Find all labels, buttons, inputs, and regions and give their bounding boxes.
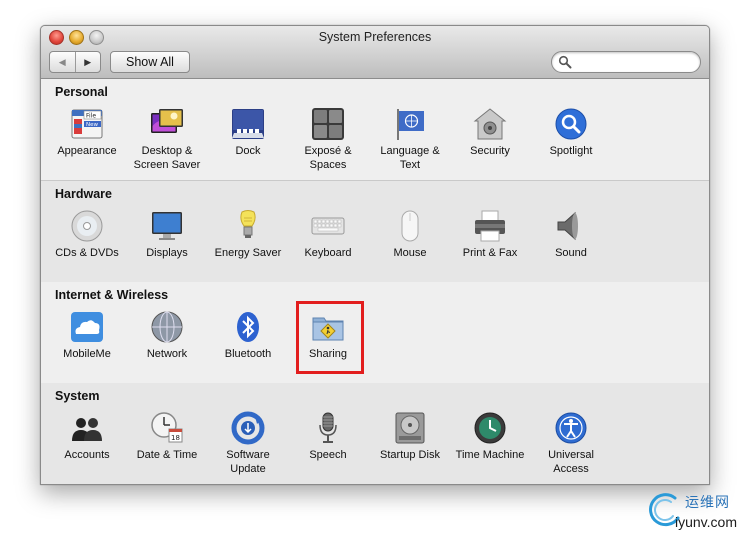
pane-speech[interactable]: Speech — [288, 411, 368, 462]
pane-label: Speech — [309, 449, 347, 461]
software-update-icon — [231, 411, 265, 445]
forward-button[interactable]: ▶ — [76, 52, 101, 72]
show-all-button[interactable]: Show All — [110, 51, 190, 73]
svg-text:18: 18 — [171, 434, 180, 442]
pane-label: Mouse — [393, 247, 427, 259]
pane-software-update[interactable]: Software Update — [208, 411, 288, 476]
date-time-icon: 18 — [151, 412, 183, 443]
pane-label: Accounts — [64, 449, 110, 461]
print-fax-icon — [475, 210, 505, 242]
search-input[interactable] — [574, 54, 696, 70]
section-hardware: Hardware CDs & DVDs Displays Energy Save… — [41, 181, 709, 283]
title-bar: System Preferences ◀ ▶ Show All — [41, 26, 709, 79]
watermark: 运维网 iyunv.com — [645, 488, 745, 536]
energy-saver-icon — [240, 210, 256, 238]
pane-energy-saver[interactable]: Energy Saver — [208, 209, 288, 260]
pane-label: Startup Disk — [380, 449, 440, 461]
section-title: Personal — [55, 85, 108, 99]
pane-label: Displays — [146, 247, 188, 259]
pane-label: MobileMe — [63, 348, 111, 360]
back-button[interactable]: ◀ — [50, 52, 76, 72]
watermark-chinese: 运维网 — [685, 495, 730, 511]
pane-label: Appearance — [57, 145, 117, 157]
cds-dvds-icon — [71, 210, 103, 242]
svg-text:File: File — [86, 113, 96, 120]
pane-time-machine[interactable]: Time Machine — [450, 411, 530, 462]
pane-displays[interactable]: Displays — [127, 209, 207, 260]
mouse-icon — [401, 210, 419, 242]
pane-keyboard[interactable]: Keyboard — [288, 209, 368, 260]
pane-label: Network — [146, 348, 188, 360]
sharing-highlight-box — [296, 301, 364, 374]
appearance-icon: File New — [71, 109, 103, 139]
pane-desktop-screen-saver[interactable]: Desktop & Screen Saver — [127, 107, 207, 172]
pane-label: Bluetooth — [224, 348, 272, 360]
section-title: System — [55, 389, 100, 403]
dock-icon — [232, 109, 264, 139]
time-machine-icon — [474, 412, 506, 444]
pane-label: Time Machine — [455, 449, 525, 461]
section-personal: Personal File New Appearance Desktop & S… — [41, 79, 709, 181]
system-preferences-window: System Preferences ◀ ▶ Show All Personal… — [40, 25, 710, 485]
sound-icon — [557, 211, 578, 241]
bluetooth-icon — [237, 312, 259, 342]
pane-label: Print & Fax — [462, 247, 518, 259]
pane-label: Universal Access — [548, 449, 594, 475]
watermark-url: iyunv.com — [675, 514, 737, 530]
svg-text:New: New — [86, 122, 98, 128]
pane-label: Software Update — [226, 449, 270, 475]
pane-label: Date & Time — [136, 449, 198, 461]
pane-print-fax[interactable]: Print & Fax — [450, 209, 530, 260]
network-icon — [151, 311, 183, 343]
window-title: System Preferences — [318, 30, 432, 44]
pane-cds-dvds[interactable]: CDs & DVDs — [47, 209, 127, 260]
mobileme-icon — [71, 312, 103, 342]
pane-language-text[interactable]: Language & Text — [370, 107, 450, 172]
pane-security[interactable]: Security — [450, 107, 530, 158]
pane-accounts[interactable]: Accounts — [47, 411, 127, 462]
search-field[interactable] — [551, 51, 701, 73]
keyboard-icon — [311, 217, 345, 235]
search-icon — [558, 55, 572, 69]
pane-label: Dock — [235, 145, 261, 157]
section-internet-wireless: Internet & Wireless MobileMe Network Blu — [41, 282, 709, 384]
speech-icon — [319, 412, 337, 443]
language-text-icon — [397, 109, 424, 140]
pane-spotlight[interactable]: Spotlight — [531, 107, 611, 158]
pane-appearance[interactable]: File New Appearance — [47, 107, 127, 158]
spotlight-icon — [555, 108, 587, 140]
section-title: Hardware — [55, 187, 112, 201]
pane-label: Energy Saver — [214, 247, 282, 259]
pane-label: Security — [470, 145, 510, 157]
pane-date-time[interactable]: 18 Date & Time — [127, 411, 207, 462]
pane-bluetooth[interactable]: Bluetooth — [208, 310, 288, 361]
accounts-icon — [72, 418, 102, 441]
pane-label: Spotlight — [549, 145, 593, 157]
desktop-screen-saver-icon — [151, 109, 183, 133]
pane-expose-spaces[interactable]: Exposé & Spaces — [288, 107, 368, 172]
pane-network[interactable]: Network — [127, 310, 207, 361]
pane-label: Exposé & Spaces — [304, 145, 352, 171]
section-title: Internet & Wireless — [55, 288, 169, 302]
section-system: System Accounts 18 Date & Time Software … — [41, 383, 709, 484]
expose-spaces-icon — [312, 108, 344, 140]
universal-access-icon — [555, 412, 587, 444]
pane-label: Language & Text — [380, 145, 440, 171]
pane-label: Keyboard — [304, 247, 352, 259]
pane-startup-disk[interactable]: Startup Disk — [370, 411, 450, 462]
displays-icon — [152, 212, 182, 240]
startup-disk-icon — [395, 412, 425, 444]
pane-label: CDs & DVDs — [55, 247, 119, 259]
security-icon — [473, 108, 507, 140]
pane-label: Sound — [555, 247, 587, 259]
pane-dock[interactable]: Dock — [208, 107, 288, 158]
pane-mouse[interactable]: Mouse — [370, 209, 450, 260]
pane-mobileme[interactable]: MobileMe — [47, 310, 127, 361]
pane-universal-access[interactable]: Universal Access — [531, 411, 611, 476]
pane-label: Desktop & Screen Saver — [133, 145, 201, 171]
back-forward-group: ◀ ▶ — [49, 51, 101, 73]
pane-sound[interactable]: Sound — [531, 209, 611, 260]
